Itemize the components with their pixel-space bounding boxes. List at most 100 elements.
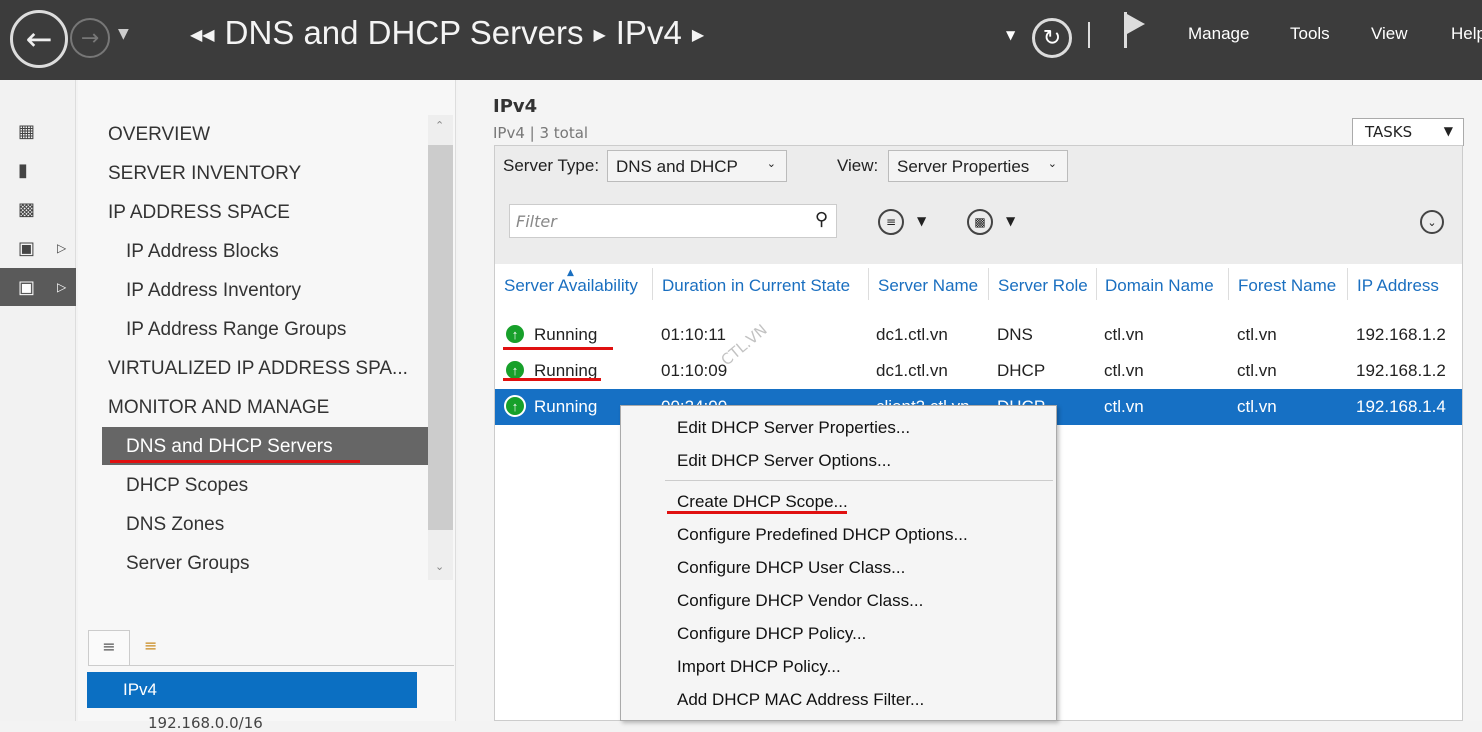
tasks-label: TASKS [1365, 123, 1412, 141]
history-dropdown-icon[interactable]: ▼ [118, 26, 129, 42]
scrollbar-thumb[interactable] [428, 145, 453, 530]
col-domain-name[interactable]: Domain Name [1105, 276, 1214, 296]
file-storage-icon[interactable]: ▣▷ [0, 229, 76, 267]
cell-duration: 01:10:09 [661, 361, 727, 381]
col-server-role[interactable]: Server Role [998, 276, 1088, 296]
tree-item-subnet[interactable]: 192.168.0.0/16 [148, 714, 263, 732]
menu-help[interactable]: Help [1451, 24, 1482, 44]
menu-configure-vendor-class[interactable]: Configure DHCP Vendor Class... [677, 591, 923, 611]
ipam-icon[interactable]: ▣▷ [0, 268, 76, 306]
breadcrumb-back-icon[interactable]: ◀◀ [190, 27, 215, 44]
query-options-icon[interactable]: ≡ [878, 209, 904, 235]
dropdown-icon[interactable]: ▼ [1006, 28, 1015, 42]
chevron-down-icon: ⌄ [767, 157, 776, 170]
icon-sidebar: ▦ ▮ ▩ ▣▷ ▣▷ [0, 80, 76, 721]
menu-manage[interactable]: Manage [1188, 24, 1249, 44]
nav-overview[interactable]: OVERVIEW [108, 124, 210, 146]
save-query-icon[interactable]: ▩ [967, 209, 993, 235]
table-row[interactable]: ↑ Running 01:10:09 dc1.ctl.vn DHCP ctl.v… [495, 353, 1462, 389]
panel-toolbar: Server Type: DNS and DHCP⌄ View: Server … [495, 146, 1462, 264]
all-servers-icon[interactable]: ▩ [0, 190, 76, 228]
col-server-availability[interactable]: Server Availability [504, 276, 638, 296]
menu-create-dhcp-scope[interactable]: Create DHCP Scope... [677, 492, 848, 512]
view-value: Server Properties [897, 157, 1029, 176]
menu-edit-dhcp-server-properties[interactable]: Edit DHCP Server Properties... [677, 418, 910, 438]
annotation-underline [503, 378, 601, 381]
breadcrumb-ipv4[interactable]: IPv4 [616, 14, 682, 51]
context-menu: Edit DHCP Server Properties... Edit DHCP… [620, 405, 1057, 721]
cell-server-role: DHCP [997, 361, 1045, 381]
server-type-select[interactable]: DNS and DHCP ⌄ [607, 150, 787, 182]
cell-domain: ctl.vn [1104, 397, 1144, 417]
nav-monitor-and-manage[interactable]: MONITOR AND MANAGE [108, 397, 329, 419]
table-row[interactable]: ↑ Running 01:10:11 dc1.ctl.vn DNS ctl.vn… [495, 317, 1462, 353]
breadcrumb-sep-icon: ▶ [692, 27, 704, 44]
expand-icon[interactable]: ⌄ [1420, 210, 1444, 234]
col-ip-address[interactable]: IP Address [1357, 276, 1439, 296]
col-forest-name[interactable]: Forest Name [1238, 276, 1336, 296]
cell-ip: 192.168.1.2 [1356, 361, 1446, 381]
scroll-up-icon[interactable]: ⌃ [435, 119, 444, 132]
running-status-icon: ↑ [504, 323, 526, 345]
nav-dns-zones[interactable]: DNS Zones [126, 514, 224, 536]
nav-dhcp-scopes[interactable]: DHCP Scopes [126, 475, 248, 497]
annotation-underline [503, 347, 613, 350]
cell-ip: 192.168.1.4 [1356, 397, 1446, 417]
cell-server-name: dc1.ctl.vn [876, 361, 948, 381]
nav-ip-address-space[interactable]: IP ADDRESS SPACE [108, 202, 290, 224]
menu-configure-dhcp-policy[interactable]: Configure DHCP Policy... [677, 624, 866, 644]
menu-configure-predefined-options[interactable]: Configure Predefined DHCP Options... [677, 525, 968, 545]
cell-server-role: DNS [997, 325, 1033, 345]
tab-list-view[interactable]: ≡ [88, 630, 130, 666]
tab-tree-view[interactable]: ≡ [144, 636, 157, 655]
col-server-name[interactable]: Server Name [878, 276, 978, 296]
view-select[interactable]: Server Properties⌄ [888, 150, 1068, 182]
nav-ip-address-blocks[interactable]: IP Address Blocks [126, 241, 279, 263]
forward-button[interactable]: → [70, 18, 110, 58]
nav-ip-address-inventory[interactable]: IP Address Inventory [126, 280, 301, 302]
nav-dns-dhcp-servers[interactable]: DNS and DHCP Servers [126, 436, 333, 458]
server-type-label: Server Type: [503, 156, 599, 176]
refresh-button[interactable]: ↻ [1032, 18, 1072, 58]
annotation-underline [110, 460, 360, 463]
tree-item-ipv4[interactable]: IPv4 [87, 672, 417, 708]
nav-server-groups[interactable]: Server Groups [126, 553, 250, 575]
nav-virtualized-ip-space[interactable]: VIRTUALIZED IP ADDRESS SPA... [108, 358, 408, 380]
menu-add-mac-filter[interactable]: Add DHCP MAC Address Filter... [677, 690, 924, 710]
menu-view[interactable]: View [1371, 24, 1408, 44]
filter-placeholder: Filter [516, 212, 557, 231]
running-status-icon: ↑ [504, 395, 526, 417]
cell-domain: ctl.vn [1104, 361, 1144, 381]
page-subtitle: IPv4 | 3 total [493, 124, 588, 142]
chevron-down-icon: ▼ [1444, 124, 1453, 138]
navigation-pane: OVERVIEW SERVER INVENTORY IP ADDRESS SPA… [78, 80, 456, 721]
nav-server-inventory[interactable]: SERVER INVENTORY [108, 163, 301, 185]
menu-edit-dhcp-server-options[interactable]: Edit DHCP Server Options... [677, 451, 891, 471]
nav-scrollbar[interactable]: ⌃ ⌄ [428, 115, 453, 580]
menu-tools[interactable]: Tools [1290, 24, 1330, 44]
title-bar: ← → ▼ ◀◀DNS and DHCP Servers▶IPv4▶ ▼ ↻ M… [0, 0, 1482, 80]
local-server-icon[interactable]: ▮ [0, 151, 76, 189]
search-icon[interactable]: ⚲ [815, 209, 828, 230]
divider [88, 665, 454, 666]
menu-configure-user-class[interactable]: Configure DHCP User Class... [677, 558, 905, 578]
filter-input[interactable]: Filter ⚲ [509, 204, 837, 238]
menu-separator [665, 480, 1053, 481]
server-type-value: DNS and DHCP [616, 157, 738, 176]
back-button[interactable]: ← [10, 10, 68, 68]
menu-import-dhcp-policy[interactable]: Import DHCP Policy... [677, 657, 841, 677]
dashboard-icon[interactable]: ▦ [0, 112, 76, 150]
nav-ip-address-range-groups[interactable]: IP Address Range Groups [126, 319, 346, 341]
chevron-down-icon[interactable]: ▼ [917, 214, 926, 228]
breadcrumb-dns-dhcp[interactable]: DNS and DHCP Servers [225, 14, 584, 51]
cell-ip: 192.168.1.2 [1356, 325, 1446, 345]
cell-domain: ctl.vn [1104, 325, 1144, 345]
col-duration[interactable]: Duration in Current State [662, 276, 850, 296]
notifications-flag-icon[interactable] [1122, 12, 1148, 50]
scroll-down-icon[interactable]: ⌄ [435, 560, 444, 573]
tasks-button[interactable]: TASKS ▼ [1352, 118, 1464, 146]
cell-availability: Running [534, 325, 597, 345]
cell-forest: ctl.vn [1237, 325, 1277, 345]
cell-server-name: dc1.ctl.vn [876, 325, 948, 345]
chevron-down-icon[interactable]: ▼ [1006, 214, 1015, 228]
